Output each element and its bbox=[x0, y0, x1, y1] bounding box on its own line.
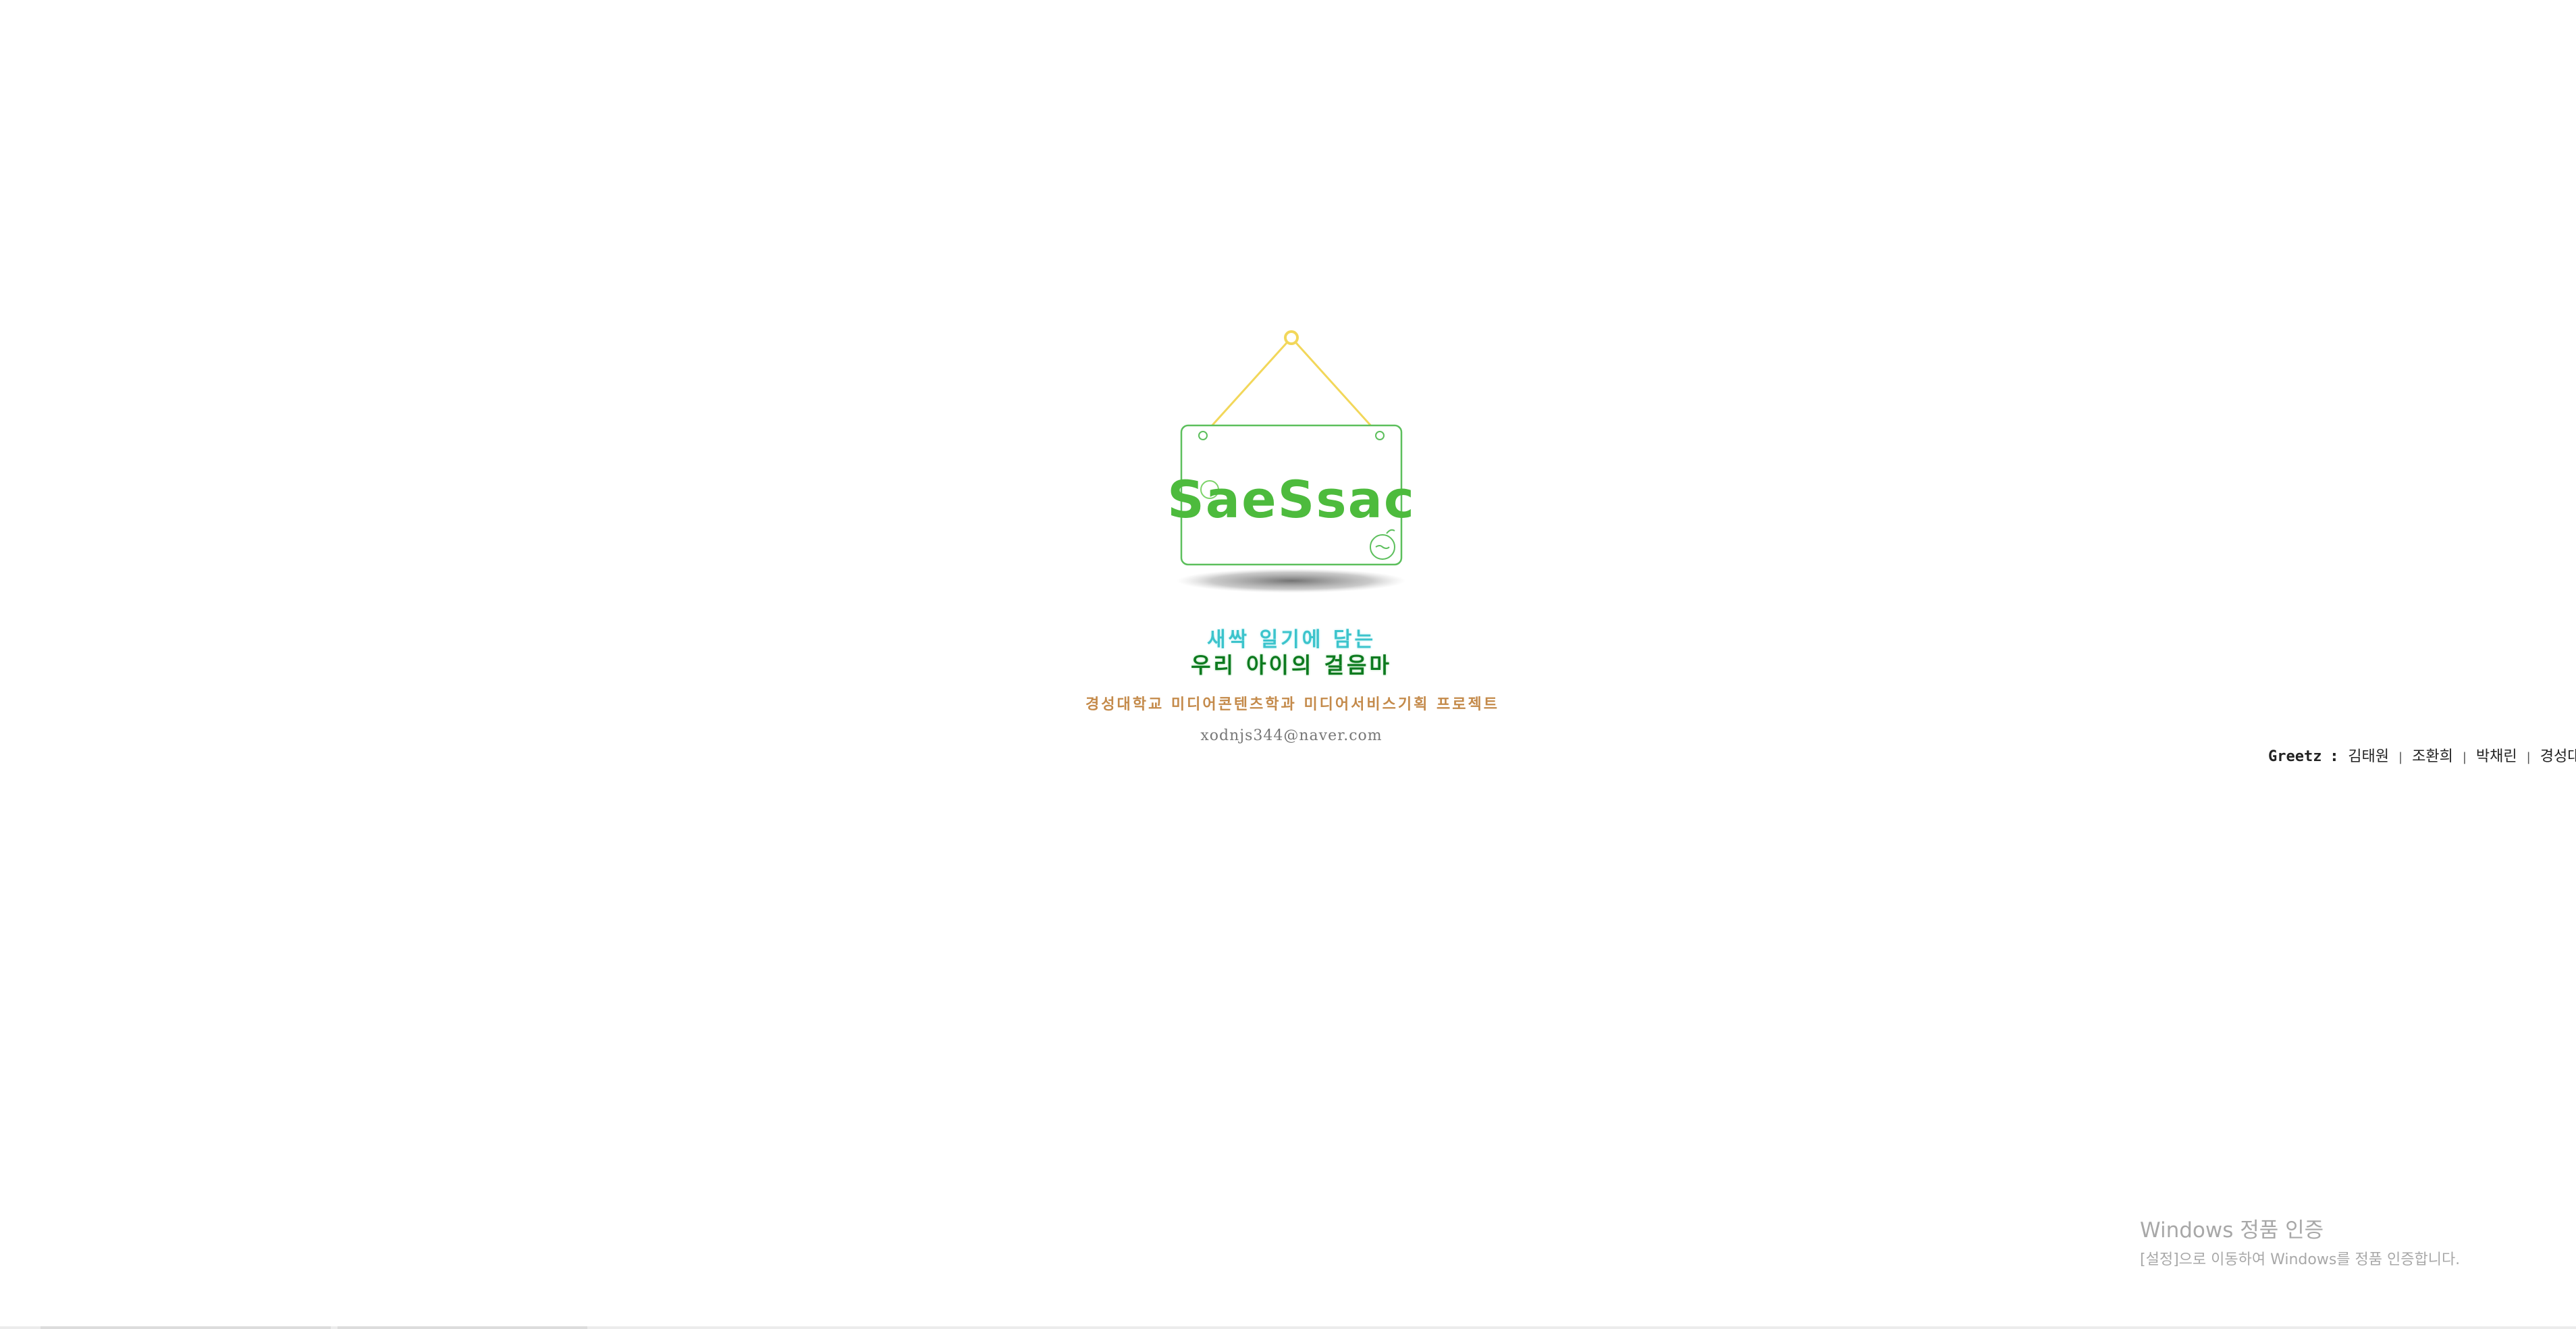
windows-activation-watermark: Windows 정품 인증 [설정]으로 이동하여 Windows를 정품 인증… bbox=[2140, 1213, 2460, 1269]
greetz-marquee: Greetz: 김태원 | 조환희 | 박채린 | 경성대학교 bbox=[2268, 744, 2576, 766]
greetz-name: 김태원 bbox=[2348, 748, 2390, 765]
greetz-colon: : bbox=[2331, 748, 2338, 765]
greetz-separator: | bbox=[2526, 750, 2531, 764]
hanger-nail bbox=[1284, 330, 1299, 345]
taskbar-segment bbox=[41, 1326, 331, 1329]
greetz-name: 박채린 bbox=[2475, 748, 2517, 765]
greetz-name: 경성대학교 bbox=[2540, 748, 2576, 765]
contact-email: xodnjs344@naver.com bbox=[1200, 727, 1383, 744]
greetz-separator: | bbox=[2462, 750, 2467, 764]
taskbar-segment bbox=[338, 1326, 587, 1329]
sign-hole-left bbox=[1198, 431, 1208, 440]
taskbar-edge bbox=[0, 1326, 2576, 1329]
greetz-name: 조환희 bbox=[2412, 748, 2453, 765]
tagline-line-2: 우리 아이의 걸음마 bbox=[1191, 652, 1392, 678]
sign-hole-right bbox=[1375, 431, 1385, 440]
hanger-string bbox=[1202, 336, 1381, 437]
sign-logo-text: SaeSsac bbox=[1168, 469, 1411, 529]
project-description: 경성대학교 미디어콘텐츠학과 미디어서비스기획 프로젝트 bbox=[1085, 696, 1499, 713]
greetz-separator: | bbox=[2398, 750, 2403, 764]
greetz-label: Greetz bbox=[2268, 748, 2322, 765]
windows-activation-subtitle: [설정]으로 이동하여 Windows를 정품 인증합니다. bbox=[2140, 1251, 2461, 1268]
sign-shadow bbox=[1177, 569, 1406, 593]
windows-activation-title: Windows 정품 인증 bbox=[2140, 1218, 2324, 1243]
page-stage: SaeSsac 새싹 일기에 담는 우리 아이의 걸음마 경성대학교 미디어콘텐… bbox=[0, 0, 2576, 1329]
hanging-sign-logo: SaeSsac bbox=[1168, 330, 1411, 593]
